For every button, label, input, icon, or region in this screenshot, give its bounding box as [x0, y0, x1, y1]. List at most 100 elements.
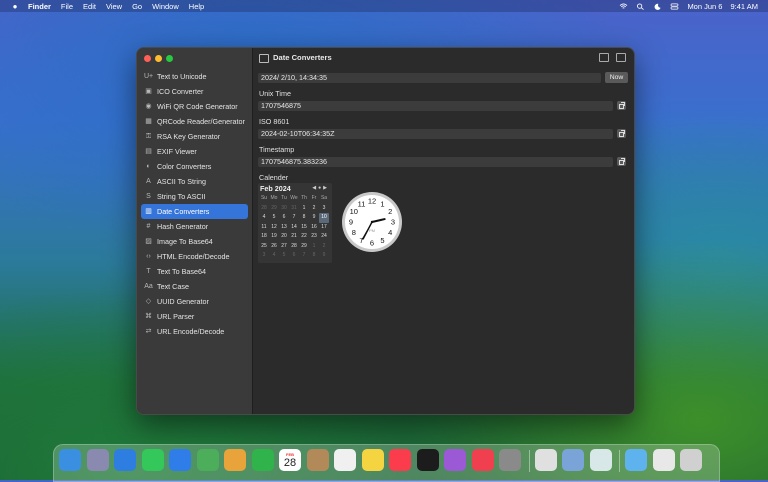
script-editor-icon[interactable]: [534, 449, 557, 471]
calendar-day[interactable]: 18: [259, 232, 269, 242]
sidebar-item-html-encode-decode[interactable]: ‹› HTML Encode/Decode: [141, 249, 248, 264]
calendar-day[interactable]: 5: [279, 251, 289, 261]
calendar-day[interactable]: 6: [289, 251, 299, 261]
calendar-day[interactable]: 7: [299, 251, 309, 261]
sidebar-item-url-parser[interactable]: ⌘ URL Parser: [141, 309, 248, 324]
search-icon[interactable]: [636, 2, 645, 10]
document-icon[interactable]: [652, 449, 675, 471]
maps-icon[interactable]: [196, 449, 219, 471]
calendar-day[interactable]: 23: [309, 232, 319, 242]
safari-icon[interactable]: [114, 449, 136, 471]
sidebar-item-uuid-generator[interactable]: ◇ UUID Generator: [141, 294, 248, 309]
calendar-day[interactable]: 20: [279, 232, 289, 242]
preview-icon[interactable]: [562, 449, 584, 471]
sidebar-item-text-to-base64[interactable]: T Text To Base64: [141, 264, 248, 279]
calendar-day[interactable]: 22: [299, 232, 309, 242]
menu-help[interactable]: Help: [189, 2, 204, 11]
calendar-day[interactable]: 29: [299, 242, 309, 252]
calendar-day[interactable]: 1: [309, 242, 319, 252]
news-icon[interactable]: [471, 449, 494, 471]
apple-menu-icon[interactable]: ●: [10, 2, 20, 11]
reminders-icon[interactable]: [334, 449, 356, 471]
menu-view[interactable]: View: [106, 2, 122, 11]
calendar-day-selected[interactable]: 10: [319, 213, 329, 223]
calendar-picker[interactable]: Feb 2024 ◀●▶ Su Mo Tu We Th Fr Sa 28 29 30 31 1 2 3 4 5…: [258, 183, 332, 263]
finder-icon[interactable]: [59, 449, 81, 471]
notes-icon[interactable]: [361, 449, 384, 471]
launchpad-icon[interactable]: [86, 449, 109, 471]
calendar-day[interactable]: 27: [279, 242, 289, 252]
sidebar-item-date-converters[interactable]: ▥ Date Converters: [141, 204, 248, 219]
facetime-icon[interactable]: [251, 449, 274, 471]
unix-time-field[interactable]: 1707546875: [258, 101, 613, 111]
calendar-day[interactable]: 5: [269, 213, 279, 223]
calendar-day[interactable]: 2: [319, 242, 329, 252]
music-icon[interactable]: [389, 449, 411, 471]
sidebar-item-text-to-unicode[interactable]: U+ Text to Unicode: [141, 69, 248, 84]
calendar-nav[interactable]: ◀●▶: [312, 185, 329, 191]
copy-iso-button[interactable]: [617, 129, 626, 138]
calendar-day[interactable]: 19: [269, 232, 279, 242]
sidebar-item-color-converters[interactable]: ◐ Color Converters: [141, 159, 248, 174]
system-settings-icon[interactable]: [499, 449, 521, 471]
zoom-button[interactable]: [166, 55, 173, 62]
calendar-day[interactable]: 25: [259, 242, 269, 252]
calendar-day[interactable]: 17: [319, 223, 329, 233]
sidebar-item-text-case[interactable]: Aa Text Case: [141, 279, 248, 294]
calendar-day[interactable]: 26: [269, 242, 279, 252]
tv-icon[interactable]: [416, 449, 439, 471]
menu-date[interactable]: Mon Jun 6: [687, 2, 722, 11]
calendar-day[interactable]: 11: [259, 223, 269, 233]
contacts-icon[interactable]: [306, 449, 329, 471]
calendar-day[interactable]: 12: [269, 223, 279, 233]
sidebar-item-image-to-base64[interactable]: ▨ Image To Base64: [141, 234, 248, 249]
mail-icon[interactable]: [169, 449, 191, 471]
calendar-day[interactable]: 24: [319, 232, 329, 242]
menu-file[interactable]: File: [61, 2, 73, 11]
calendar-day[interactable]: 4: [259, 213, 269, 223]
focus-moon-icon[interactable]: [653, 3, 662, 10]
date-input[interactable]: 2024/ 2/10, 14:34:35: [258, 73, 601, 83]
calendar-day[interactable]: 3: [259, 251, 269, 261]
calendar-day[interactable]: 2: [309, 204, 319, 214]
calendar-day[interactable]: 31: [289, 204, 299, 214]
calendar-day[interactable]: 7: [289, 213, 299, 223]
calendar-icon[interactable]: FEB 28: [279, 449, 301, 471]
menu-time[interactable]: 9:41 AM: [730, 2, 758, 11]
sidebar-item-hash-generator[interactable]: # Hash Generator: [141, 219, 248, 234]
calendar-day[interactable]: 16: [309, 223, 319, 233]
control-center-icon[interactable]: [670, 3, 679, 10]
calendar-day[interactable]: 21: [289, 232, 299, 242]
folder-icon[interactable]: [625, 449, 647, 471]
menu-app-name[interactable]: Finder: [28, 2, 51, 11]
iso-field[interactable]: 2024-02-10T06:34:35Z: [258, 129, 613, 139]
sidebar-item-wifi-qr-code-generator[interactable]: ◉ WiFi QR Code Generator: [141, 99, 248, 114]
blank-app-icon[interactable]: [589, 449, 612, 471]
photos-icon[interactable]: [224, 449, 246, 471]
sidebar-item-url-encode-decode[interactable]: ⇄ URL Encode/Decode: [141, 324, 248, 339]
calendar-day[interactable]: 8: [309, 251, 319, 261]
timestamp-field[interactable]: 1707546875.383236: [258, 157, 613, 167]
calendar-day[interactable]: 28: [289, 242, 299, 252]
sidebar-item-rsa-key-generator[interactable]: ⚿ RSA Key Generator: [141, 129, 248, 144]
menu-go[interactable]: Go: [132, 2, 142, 11]
podcasts-icon[interactable]: [444, 449, 466, 471]
sidebar-toggle-icon[interactable]: [616, 53, 626, 62]
wifi-icon[interactable]: [619, 2, 628, 10]
menu-edit[interactable]: Edit: [83, 2, 96, 11]
calendar-day[interactable]: 8: [299, 213, 309, 223]
split-view-icon[interactable]: [599, 53, 609, 62]
calendar-day[interactable]: 9: [319, 251, 329, 261]
sidebar-item-qrcode-reader-generator[interactable]: ▦ QRCode Reader/Generator: [141, 114, 248, 129]
calendar-day[interactable]: 3: [319, 204, 329, 214]
sidebar-item-exif-viewer[interactable]: ▤ EXIF Viewer: [141, 144, 248, 159]
calendar-day[interactable]: 4: [269, 251, 279, 261]
calendar-day[interactable]: 30: [279, 204, 289, 214]
calendar-day[interactable]: 15: [299, 223, 309, 233]
now-button[interactable]: Now: [605, 72, 628, 83]
calendar-day[interactable]: 1: [299, 204, 309, 214]
menu-window[interactable]: Window: [152, 2, 179, 11]
copy-unix-button[interactable]: [617, 101, 626, 110]
calendar-day[interactable]: 13: [279, 223, 289, 233]
sidebar-item-ascii-to-string[interactable]: A ASCII To String: [141, 174, 248, 189]
